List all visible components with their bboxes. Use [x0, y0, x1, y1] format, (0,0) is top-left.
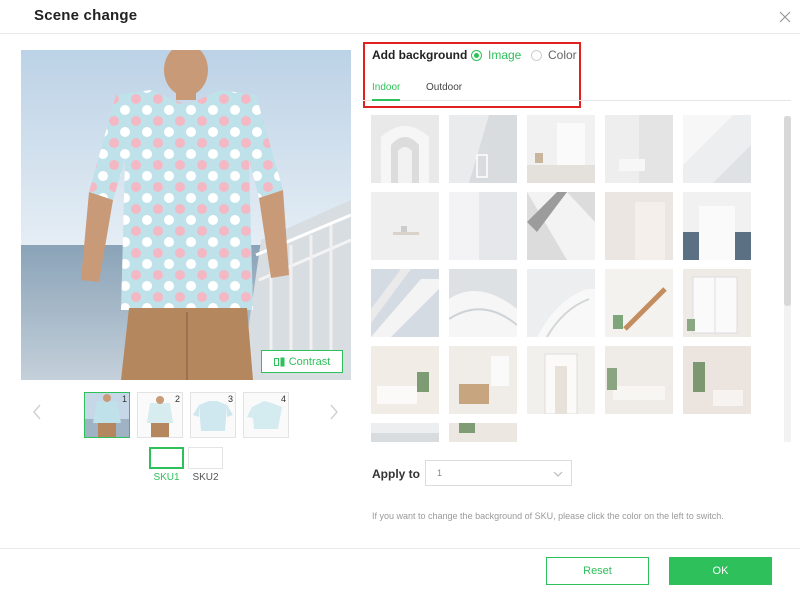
apply-to-value: 1	[437, 468, 443, 478]
background-thumbnail[interactable]	[449, 423, 517, 442]
background-thumbnail[interactable]	[449, 346, 517, 414]
background-thumbnail[interactable]	[683, 269, 751, 337]
tab-outdoor[interactable]: Outdoor	[426, 82, 462, 93]
sku-label: SKU2	[192, 472, 219, 483]
background-thumbnail[interactable]	[371, 269, 439, 337]
apply-to-label: Apply to	[372, 467, 420, 481]
tab-indoor[interactable]: Indoor	[372, 82, 401, 101]
background-thumbnail[interactable]	[371, 115, 439, 183]
prev-arrow-icon[interactable]	[30, 403, 44, 421]
sku-1[interactable]: SKU1	[149, 447, 184, 483]
background-thumbnail[interactable]	[605, 192, 673, 260]
footer-divider	[0, 548, 800, 549]
add-background-label: Add background	[372, 48, 468, 62]
close-icon[interactable]	[778, 10, 792, 24]
reset-button[interactable]: Reset	[546, 557, 649, 585]
contrast-label: Contrast	[288, 355, 331, 368]
background-thumbnail[interactable]	[605, 115, 673, 183]
thumbnail-number: 3	[227, 394, 233, 404]
contrast-icon	[273, 357, 285, 366]
sku-2[interactable]: SKU2	[188, 447, 223, 483]
scrollbar-thumb[interactable]	[784, 116, 791, 306]
radio-image[interactable]: Image	[471, 48, 521, 62]
background-thumbnail[interactable]	[683, 346, 751, 414]
main-preview-image	[21, 50, 351, 380]
radio-dot	[471, 49, 482, 61]
apply-to-select[interactable]: 1	[425, 460, 572, 486]
thumbnail-number: 1	[121, 394, 127, 404]
thumbnail-2[interactable]: 2	[137, 392, 183, 438]
thumbnail-4[interactable]: 4	[243, 392, 289, 438]
background-thumbnail[interactable]	[449, 115, 517, 183]
radio-dot	[531, 49, 542, 61]
background-thumbnail[interactable]	[605, 269, 673, 337]
ok-button[interactable]: OK	[669, 557, 772, 585]
thumbnail-3[interactable]: 3	[190, 392, 236, 438]
background-thumbnail[interactable]	[449, 192, 517, 260]
thumbnail-number: 4	[280, 394, 286, 404]
scene-change-dialog: Scene change Contrast 1 2 3 4 SKU1 SKU2 …	[0, 0, 800, 590]
background-thumbnail[interactable]	[683, 192, 751, 260]
hint-text: If you want to change the background of …	[372, 511, 724, 521]
contrast-button[interactable]: Contrast	[261, 350, 343, 373]
chevron-down-icon	[553, 471, 563, 477]
dialog-header: Scene change	[0, 0, 800, 34]
background-thumbnail[interactable]	[527, 269, 595, 337]
background-thumbnail[interactable]	[527, 192, 595, 260]
radio-color-label: Color	[548, 48, 577, 62]
background-thumbnail[interactable]	[683, 115, 751, 183]
radio-image-label: Image	[488, 48, 522, 62]
background-thumbnail[interactable]	[371, 192, 439, 260]
background-thumbnail[interactable]	[527, 346, 595, 414]
tab-divider	[363, 100, 791, 101]
dialog-title: Scene change	[34, 7, 138, 24]
thumbnail-strip: 1 2 3 4	[84, 392, 289, 438]
thumbnail-number: 2	[174, 394, 180, 404]
sku-swatch	[149, 447, 184, 469]
background-thumbnail[interactable]	[371, 423, 439, 442]
background-image-grid	[371, 115, 771, 442]
background-thumbnail[interactable]	[449, 269, 517, 337]
sku-swatch	[188, 447, 223, 469]
radio-color[interactable]: Color	[531, 48, 577, 62]
background-thumbnail[interactable]	[527, 115, 595, 183]
background-thumbnail[interactable]	[605, 346, 673, 414]
background-thumbnail[interactable]	[371, 346, 439, 414]
next-arrow-icon[interactable]	[327, 403, 341, 421]
sku-label: SKU1	[153, 472, 180, 483]
thumbnail-1[interactable]: 1	[84, 392, 130, 438]
